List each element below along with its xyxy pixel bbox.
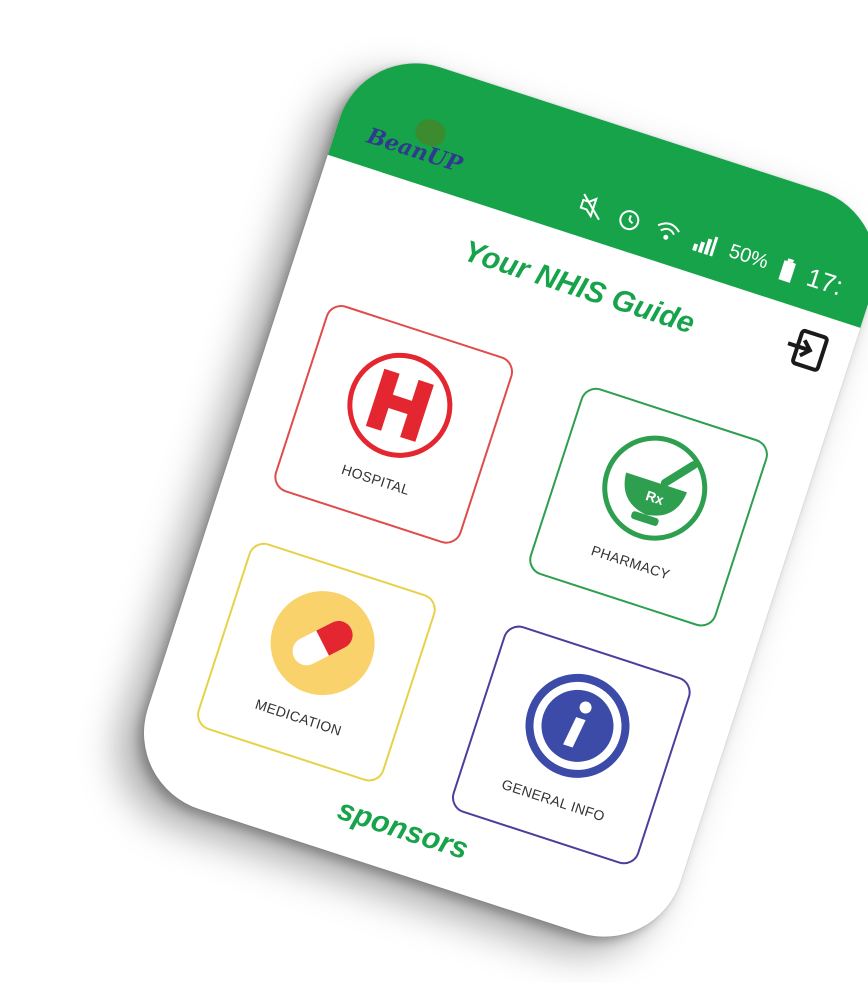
pharmacy-icon: Rx: [602, 435, 708, 541]
hospital-tile[interactable]: HOSPITAL: [270, 300, 518, 548]
logo-text-up: UP: [423, 142, 466, 179]
app-logo: BeanUP: [361, 102, 492, 192]
medication-icon: [270, 591, 375, 696]
alarm-icon: [619, 209, 640, 230]
status-time: 17:: [802, 261, 847, 302]
battery-percent: 50%: [726, 240, 772, 274]
hospital-icon: [347, 352, 453, 458]
general-info-tile[interactable]: GENERAL INFO: [447, 621, 695, 869]
signal-icon: [692, 236, 719, 257]
wifi-icon: [657, 221, 680, 240]
mute-icon: [579, 192, 600, 220]
battery-icon: [778, 257, 796, 283]
medication-tile[interactable]: MEDICATION: [192, 538, 440, 786]
phone-screen: BeanUP 50% 17: Your NHIS Guide HOSPITAL …: [123, 42, 868, 958]
pharmacy-tile[interactable]: Rx PHARMACY: [525, 383, 773, 631]
info-icon: [525, 673, 630, 778]
screenshot-stage: BeanUP 50% 17: Your NHIS Guide HOSPITAL …: [0, 0, 868, 983]
